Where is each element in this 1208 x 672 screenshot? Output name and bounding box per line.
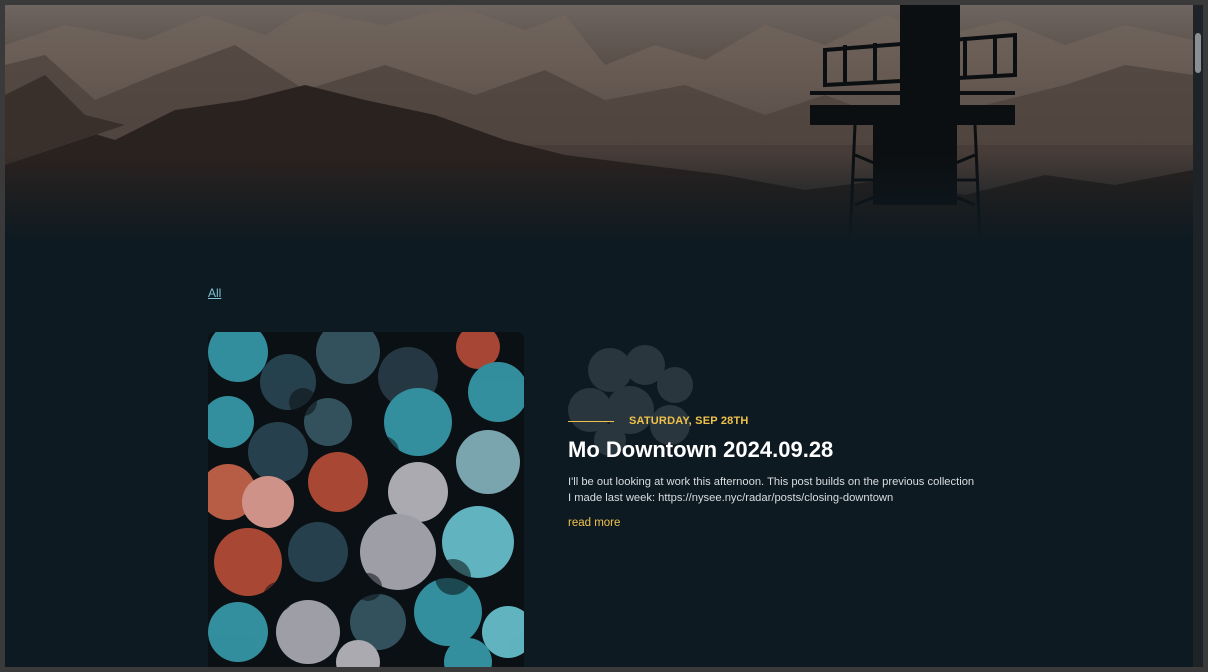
floral-pattern-artwork (208, 332, 524, 667)
hero-banner-image (5, 5, 1193, 240)
desert-radar-tower-illustration (5, 5, 1193, 240)
post-date: SATURDAY, SEP 28TH (629, 415, 749, 427)
date-divider-line (568, 421, 614, 422)
scrollbar-thumb[interactable] (1195, 33, 1201, 73)
filter-all-link[interactable]: All (208, 286, 221, 300)
browser-viewport: All SATURDAY, SEP 28TH Mo Downtown 2024.… (5, 5, 1203, 667)
read-more-link[interactable]: read more (568, 517, 620, 529)
post-title[interactable]: Mo Downtown 2024.09.28 (568, 437, 833, 463)
post-thumbnail[interactable] (208, 332, 524, 667)
post-excerpt: I'll be out looking at work this afterno… (568, 476, 975, 504)
vertical-scrollbar[interactable] (1193, 5, 1203, 667)
